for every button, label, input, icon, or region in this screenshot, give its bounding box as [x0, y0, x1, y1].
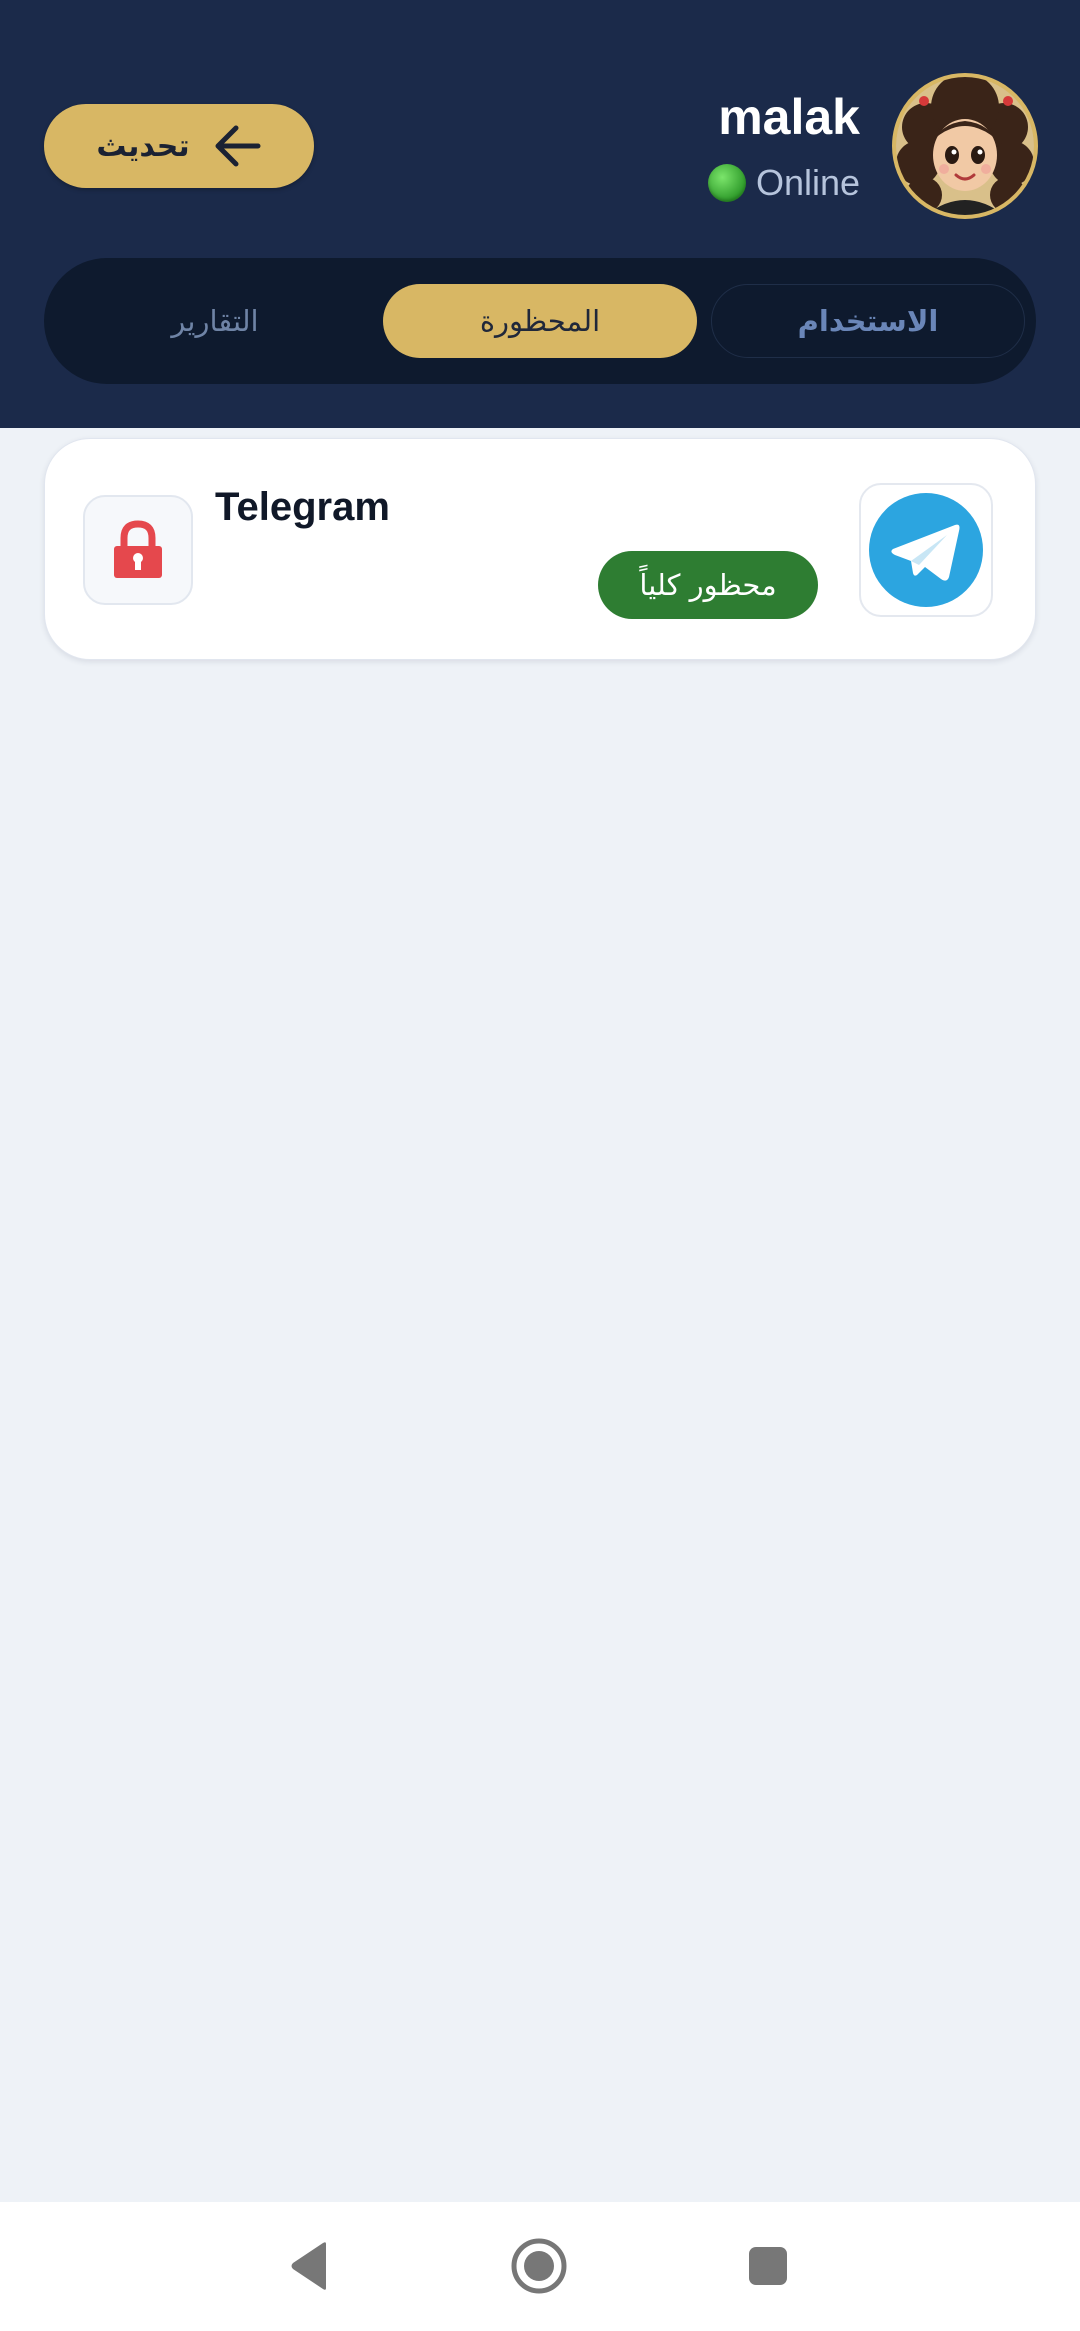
tab-usage[interactable]: الاستخدام [711, 284, 1025, 358]
telegram-icon [869, 493, 983, 607]
green-dot-icon [707, 164, 746, 202]
tab-bar: الاستخدام المحظورة التقارير [44, 258, 1036, 384]
status-text: Online [755, 162, 860, 203]
arrow-left-icon [215, 125, 261, 167]
back-triangle-icon [291, 2242, 326, 2290]
refresh-label: تحديث [96, 128, 190, 164]
refresh-button[interactable]: تحديث [44, 104, 314, 188]
nav-recents-button[interactable] [732, 2230, 804, 2302]
status-badge: محظور كلياً [598, 551, 818, 619]
blocked-app-card[interactable]: Telegram محظور كلياً [44, 438, 1036, 660]
system-nav-bar [0, 2202, 1080, 2331]
nav-home-button[interactable] [503, 2230, 575, 2302]
lock-icon [114, 520, 162, 578]
online-status: Online [707, 162, 860, 204]
app-name: Telegram [215, 485, 390, 529]
avatar-image [896, 77, 1034, 215]
nav-back-button[interactable] [274, 2230, 346, 2302]
unblock-button[interactable] [83, 495, 193, 605]
home-circle-icon [511, 2238, 567, 2294]
avatar[interactable] [892, 73, 1038, 219]
header: تحديث malak Online الاستخدام المحظورة ال… [0, 0, 1080, 428]
user-name: malak [718, 89, 860, 145]
tab-blocked[interactable]: المحظورة [383, 284, 697, 358]
app-icon-container [859, 483, 993, 617]
screen: تحديث malak Online الاستخدام المحظورة ال… [0, 0, 1080, 2331]
recents-square-icon [749, 2247, 787, 2285]
tab-reports[interactable]: التقارير [58, 284, 372, 358]
